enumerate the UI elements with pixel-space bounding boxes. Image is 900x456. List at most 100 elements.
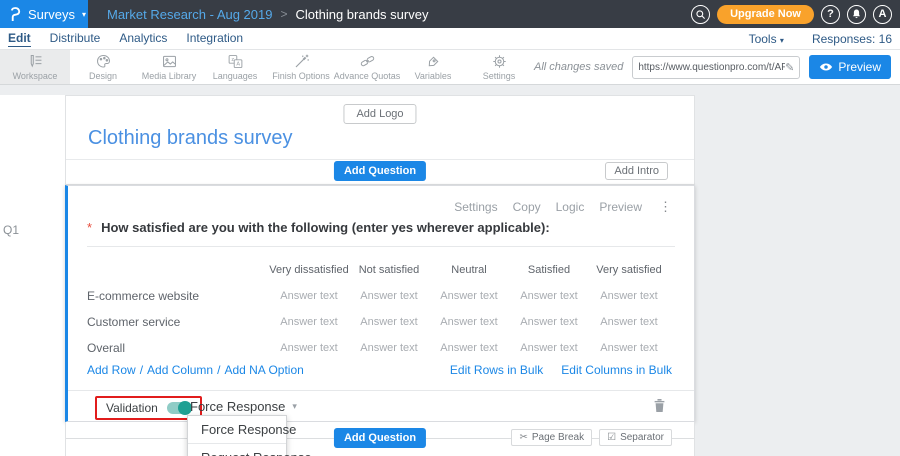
tool-label: Variables [415, 71, 452, 81]
palette-icon [94, 53, 113, 70]
add-intro-button[interactable]: Add Intro [605, 162, 668, 180]
add-question-button-bottom[interactable]: Add Question [334, 428, 426, 448]
question-preview-link[interactable]: Preview [599, 200, 642, 214]
tool-advance-quotas[interactable]: Advance Quotas [334, 50, 400, 84]
tool-label: Languages [213, 71, 258, 81]
tag-icon [424, 53, 443, 70]
survey-url-field[interactable]: ✎ [632, 56, 800, 79]
row-label[interactable]: E-commerce website [87, 289, 269, 303]
upgrade-now-button[interactable]: Upgrade Now [717, 5, 814, 24]
question-copy-link[interactable]: Copy [513, 200, 541, 214]
strip-options: ✂ Page Break ☑ Separator [511, 429, 672, 446]
response-mode-value: Force Response [190, 399, 285, 414]
validation-toggle[interactable] [167, 402, 191, 414]
answer-cell[interactable]: Answer text [589, 316, 669, 328]
question-settings-link[interactable]: Settings [454, 200, 497, 214]
add-row-link[interactable]: Add Row [87, 363, 136, 377]
answer-cell[interactable]: Answer text [509, 290, 589, 302]
answer-cell[interactable]: Answer text [589, 290, 669, 302]
matrix-header-row: Very dissatisfied Not satisfied Neutral … [87, 257, 669, 283]
notifications-button[interactable] [847, 5, 866, 24]
responses-count[interactable]: Responses: 16 [812, 32, 892, 46]
tool-languages[interactable]: zA Languages [202, 50, 268, 84]
builder-toolbar: Workspace Design Media Library zA Langua… [0, 50, 900, 85]
answer-cell[interactable]: Answer text [429, 316, 509, 328]
survey-url-input[interactable] [638, 62, 785, 73]
answer-cell[interactable]: Answer text [429, 290, 509, 302]
answer-cell[interactable]: Answer text [509, 342, 589, 354]
question-logic-link[interactable]: Logic [556, 200, 585, 214]
answer-cell[interactable]: Answer text [429, 342, 509, 354]
tool-media-library[interactable]: Media Library [136, 50, 202, 84]
nav-tab-edit[interactable]: Edit [8, 31, 31, 47]
chain-icon [358, 53, 377, 70]
answer-cell[interactable]: Answer text [349, 290, 429, 302]
account-avatar[interactable]: A [873, 5, 892, 24]
add-column-link[interactable]: Add Column [147, 363, 213, 377]
edit-url-icon[interactable]: ✎ [785, 61, 794, 74]
edit-rows-bulk-link[interactable]: Edit Rows in Bulk [450, 363, 543, 377]
tools-menu[interactable]: Tools ▾ [749, 32, 784, 46]
add-logo-button[interactable]: Add Logo [343, 104, 416, 124]
surveys-menu[interactable]: Surveys ▾ [0, 0, 88, 28]
menu-item-force-response[interactable]: Force Response [188, 416, 286, 444]
answer-cell[interactable]: Answer text [349, 316, 429, 328]
tool-finish-options[interactable]: Finish Options [268, 50, 334, 84]
toolbar-right: All changes saved ✎ Preview [534, 50, 900, 84]
preview-label: Preview [838, 60, 881, 74]
eye-icon [819, 62, 833, 72]
question-actions: Settings Copy Logic Preview ⋮ [454, 199, 672, 215]
link-separator: / [140, 363, 143, 377]
questionpro-logo-icon [9, 7, 22, 22]
more-options-icon[interactable]: ⋮ [659, 199, 672, 215]
column-header[interactable]: Not satisfied [349, 264, 429, 276]
nav-tab-distribute[interactable]: Distribute [50, 31, 101, 46]
answer-cell[interactable]: Answer text [589, 342, 669, 354]
tools-label: Tools [749, 32, 777, 46]
tool-design[interactable]: Design [70, 50, 136, 84]
column-header[interactable]: Very satisfied [589, 264, 669, 276]
search-button[interactable] [691, 5, 710, 24]
answer-cell[interactable]: Answer text [269, 342, 349, 354]
topbar-actions: Upgrade Now ? A [691, 5, 900, 24]
question-block: Settings Copy Logic Preview ⋮ * How sati… [65, 185, 695, 422]
column-header[interactable]: Very dissatisfied [269, 264, 349, 276]
delete-question-button[interactable] [653, 398, 666, 416]
answer-cell[interactable]: Answer text [269, 316, 349, 328]
tool-workspace[interactable]: Workspace [0, 50, 70, 84]
answer-cell[interactable]: Answer text [269, 290, 349, 302]
menu-item-request-response[interactable]: Request Response [188, 444, 286, 456]
image-icon [160, 53, 179, 70]
question-index-label: Q1 [3, 223, 19, 237]
row-label[interactable]: Customer service [87, 315, 269, 329]
add-na-option-link[interactable]: Add NA Option [224, 363, 303, 377]
separator-label: Separator [620, 432, 664, 443]
breadcrumb-folder[interactable]: Market Research - Aug 2019 [107, 7, 272, 22]
column-header[interactable]: Satisfied [509, 264, 589, 276]
tool-label: Finish Options [272, 71, 330, 81]
validation-label: Validation [106, 401, 158, 415]
survey-title[interactable]: Clothing brands survey [88, 127, 293, 150]
help-button[interactable]: ? [821, 5, 840, 24]
row-label[interactable]: Overall [87, 341, 269, 355]
edit-columns-bulk-link[interactable]: Edit Columns in Bulk [561, 363, 672, 377]
question-text[interactable]: How satisfied are you with the following… [101, 220, 550, 235]
answer-cell[interactable]: Answer text [509, 316, 589, 328]
checked-checkbox-icon: ☑ [607, 432, 616, 443]
nav-tab-analytics[interactable]: Analytics [119, 31, 167, 46]
validation-row: Validation Force Response ▾ [68, 390, 694, 423]
required-marker: * [87, 220, 92, 235]
separator-toggle[interactable]: ☑ Separator [599, 429, 672, 446]
add-question-button-top[interactable]: Add Question [334, 161, 426, 181]
preview-button[interactable]: Preview [809, 55, 891, 79]
column-header[interactable]: Neutral [429, 264, 509, 276]
tool-variables[interactable]: Variables [400, 50, 466, 84]
page-break-button[interactable]: ✂ Page Break [511, 429, 592, 446]
nav-tab-integration[interactable]: Integration [186, 31, 243, 46]
magic-wand-icon [292, 53, 311, 70]
tool-label: Settings [483, 71, 516, 81]
between-questions-strip: Add Question ✂ Page Break ☑ Separator [65, 422, 695, 456]
answer-cell[interactable]: Answer text [349, 342, 429, 354]
breadcrumb-survey-name: Clothing brands survey [296, 7, 429, 22]
tool-settings[interactable]: Settings [466, 50, 532, 84]
